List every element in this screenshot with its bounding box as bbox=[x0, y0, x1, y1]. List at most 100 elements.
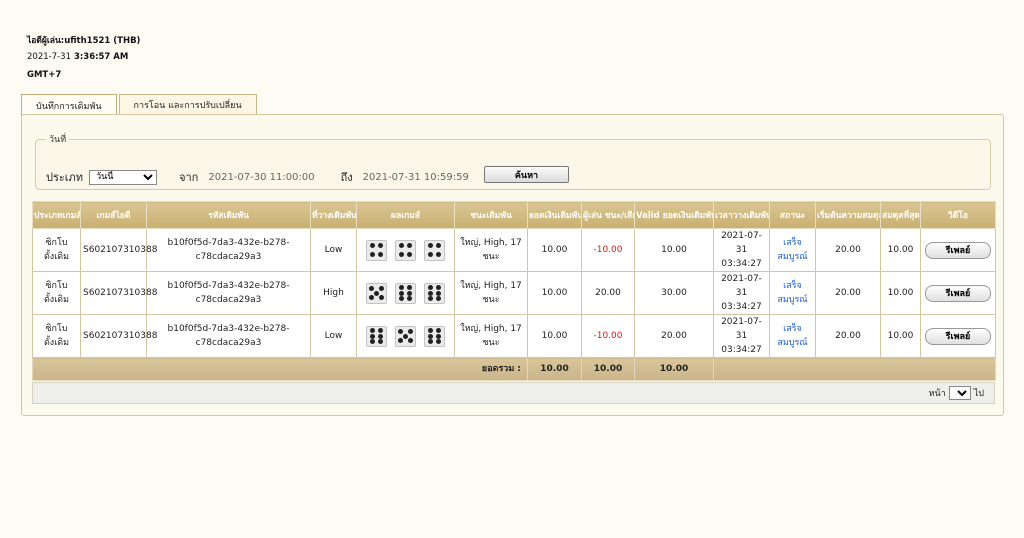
dice-group bbox=[359, 239, 452, 261]
bet-table: ประเภทเกมส์ เกมส์ไอดี รหัสเดิมพัน ที่วางเดิ… bbox=[32, 201, 996, 381]
column-header: สถานะ bbox=[769, 201, 816, 229]
die-icon bbox=[424, 239, 445, 261]
win-bet-cell: ใหญ่, High, 17 ชนะ bbox=[454, 271, 528, 315]
status-link[interactable]: เสร็จสมบูรณ์ bbox=[769, 314, 816, 358]
current-datetime: 2021-7-31 3:36:57 AM bbox=[27, 52, 128, 62]
total-valid-bet: 10.00 bbox=[634, 357, 714, 381]
total-filler bbox=[713, 357, 996, 381]
tab-bar: บันทึกการเดิมพัน การโอน และการปรับเปลี่ย… bbox=[21, 94, 259, 116]
game-result-cell bbox=[356, 314, 455, 358]
die-pip bbox=[407, 251, 413, 257]
start-balance-cell: 20.00 bbox=[815, 271, 881, 315]
end-balance-cell: 10.00 bbox=[880, 228, 921, 272]
column-header: ชนะเดิมพัน bbox=[454, 201, 528, 229]
bet-place-cell: Low bbox=[310, 314, 357, 358]
column-header: ที่วางเดิมพัน bbox=[310, 201, 357, 229]
column-header: ยอดเงินเดิมพัน bbox=[527, 201, 582, 229]
bet-table-wrapper: ประเภทเกมส์ เกมส์ไอดี รหัสเดิมพัน ที่วางเดิ… bbox=[32, 201, 996, 381]
die-icon bbox=[395, 325, 416, 347]
end-balance-cell: 10.00 bbox=[880, 271, 921, 315]
die-icon bbox=[366, 239, 387, 261]
column-header: เกมส์ไอดี bbox=[80, 201, 147, 229]
bet-code-cell: b10f0f5d-7da3-432e-b278-c78cdaca29a3 bbox=[146, 314, 311, 358]
die-pip bbox=[369, 333, 375, 339]
column-header: วิดีโอ bbox=[920, 201, 996, 229]
die-pip bbox=[427, 243, 433, 249]
valid-bet-cell: 10.00 bbox=[634, 228, 714, 272]
dice-group bbox=[359, 282, 452, 304]
game-type-cell: ซิกโบ ดั้งเดิม bbox=[32, 271, 81, 315]
die-pip bbox=[436, 295, 442, 301]
die-pip bbox=[369, 328, 375, 334]
win-lose-cell: -10.00 bbox=[581, 228, 635, 272]
die-pip bbox=[369, 243, 375, 249]
content-panel: วันที่ ประเภท วันนี้ จาก 2021-07-30 11:0… bbox=[21, 114, 1004, 416]
win-bet-cell: ใหญ่, High, 17 ชนะ bbox=[454, 314, 528, 358]
die-pip bbox=[398, 251, 404, 257]
die-pip bbox=[378, 285, 384, 291]
game-type-cell: ซิกโบ ดั้งเดิม bbox=[32, 314, 81, 358]
replay-button[interactable]: รีเพลย์ bbox=[925, 284, 991, 302]
column-header: Valid ยอดเงินเดิมพัน bbox=[634, 201, 714, 229]
bet-time-text: 03:34:27 bbox=[721, 302, 762, 312]
die-pip bbox=[407, 290, 413, 296]
game-type-cell: ซิกโบ ดั้งเดิม bbox=[32, 228, 81, 272]
from-label: จาก bbox=[179, 171, 199, 184]
win-lose-cell: -10.00 bbox=[581, 314, 635, 358]
die-pip bbox=[436, 333, 442, 339]
die-pip bbox=[398, 338, 404, 344]
die-pip bbox=[369, 251, 375, 257]
die-pip bbox=[427, 295, 433, 301]
go-label[interactable]: ไป bbox=[974, 386, 984, 400]
table-header-row: ประเภทเกมส์ เกมส์ไอดี รหัสเดิมพัน ที่วางเดิ… bbox=[32, 201, 996, 229]
search-button[interactable]: ค้นหา bbox=[484, 166, 569, 183]
die-pip bbox=[427, 328, 433, 334]
to-label: ถึง bbox=[340, 171, 353, 184]
page-select[interactable]: 1 bbox=[948, 386, 971, 400]
win-bet-cell: ใหญ่, High, 17 ชนะ bbox=[454, 228, 528, 272]
total-row: ยอดรวม :10.00 10.00 10.00 bbox=[32, 357, 996, 381]
tab-transfers[interactable]: การโอน และการปรับเปลี่ยน bbox=[118, 94, 257, 115]
bet-place-cell: High bbox=[310, 271, 357, 315]
current-date: 2021-7-31 bbox=[27, 52, 71, 62]
die-pip bbox=[378, 338, 384, 344]
die-pip bbox=[398, 295, 404, 301]
bet-place-cell: Low bbox=[310, 228, 357, 272]
bet-code-cell: b10f0f5d-7da3-432e-b278-c78cdaca29a3 bbox=[146, 228, 311, 272]
die-icon bbox=[424, 282, 445, 304]
page-label: หน้า bbox=[928, 389, 946, 399]
type-select[interactable]: วันนี้ bbox=[89, 169, 158, 185]
game-id-cell: S602107310388 bbox=[80, 271, 157, 315]
die-pip bbox=[407, 328, 413, 334]
table-row: ซิกโบ ดั้งเดิม S602107310388 b10f0f5d-7da3… bbox=[32, 228, 996, 272]
die-pip bbox=[398, 243, 404, 249]
game-id-cell: S602107310388 bbox=[80, 314, 157, 358]
die-pip bbox=[378, 251, 384, 257]
game-result-cell bbox=[356, 228, 455, 272]
die-pip bbox=[436, 251, 442, 257]
die-pip bbox=[398, 285, 404, 291]
die-pip bbox=[369, 295, 375, 301]
status-link[interactable]: เสร็จสมบูรณ์ bbox=[769, 228, 816, 272]
die-pip bbox=[398, 290, 404, 296]
die-pip bbox=[374, 290, 379, 296]
bet-time-cell: 2021-07-31 03:34:27 bbox=[713, 228, 770, 272]
tab-bet-history[interactable]: บันทึกการเดิมพัน bbox=[21, 94, 117, 116]
column-header: เวลาวางเดิมพัน bbox=[713, 201, 770, 229]
status-link[interactable]: เสร็จสมบูรณ์ bbox=[769, 271, 816, 315]
bet-date-text: 2021-07-31 bbox=[721, 274, 762, 298]
column-header: ประเภทเกมส์ bbox=[32, 201, 81, 229]
bet-time-text: 03:34:27 bbox=[721, 345, 762, 355]
replay-button[interactable]: รีเพลย์ bbox=[925, 327, 991, 345]
valid-bet-cell: 30.00 bbox=[634, 271, 714, 315]
die-icon bbox=[395, 282, 416, 304]
die-pip bbox=[378, 243, 384, 249]
date-filter: วันที่ ประเภท วันนี้ จาก 2021-07-30 11:0… bbox=[35, 132, 991, 190]
column-header: ผู้เล่น ชนะ/เสีย bbox=[581, 201, 635, 229]
die-pip bbox=[427, 333, 433, 339]
replay-button[interactable]: รีเพลย์ bbox=[925, 241, 991, 259]
column-header: สมดุลที่สุด bbox=[880, 201, 921, 229]
from-date: 2021-07-30 11:00:00 bbox=[208, 171, 315, 183]
total-win-lose: 10.00 bbox=[581, 357, 635, 381]
bet-amount-cell: 10.00 bbox=[527, 228, 582, 272]
